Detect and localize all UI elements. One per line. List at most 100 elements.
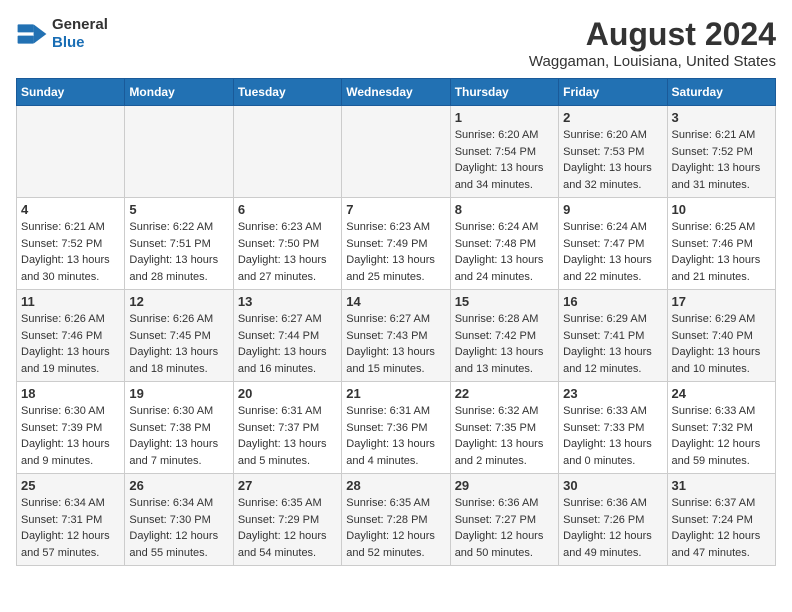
day-detail: Sunrise: 6:34 AM Sunset: 7:31 PM Dayligh… <box>21 495 120 561</box>
calendar-cell: 20 Sunrise: 6:31 AM Sunset: 7:37 PM Dayli… <box>233 382 341 474</box>
calendar-cell: 2 Sunrise: 6:20 AM Sunset: 7:53 PM Daylig… <box>559 106 667 198</box>
day-number: 31 <box>672 478 771 493</box>
calendar-cell: 7 Sunrise: 6:23 AM Sunset: 7:49 PM Daylig… <box>342 198 450 290</box>
day-detail: Sunrise: 6:36 AM Sunset: 7:26 PM Dayligh… <box>563 495 662 561</box>
day-number: 20 <box>238 386 337 401</box>
calendar-cell: 29 Sunrise: 6:36 AM Sunset: 7:27 PM Dayli… <box>450 474 558 566</box>
main-title: August 2024 <box>529 16 776 53</box>
day-number: 7 <box>346 202 445 217</box>
subtitle: Waggaman, Louisiana, United States <box>529 53 776 70</box>
day-number: 2 <box>563 110 662 125</box>
week-row-4: 18 Sunrise: 6:30 AM Sunset: 7:39 PM Dayli… <box>17 382 776 474</box>
day-number: 22 <box>455 386 554 401</box>
day-number: 6 <box>238 202 337 217</box>
day-number: 1 <box>455 110 554 125</box>
day-number: 17 <box>672 294 771 309</box>
day-detail: Sunrise: 6:35 AM Sunset: 7:28 PM Dayligh… <box>346 495 445 561</box>
calendar-cell: 8Sunrise: 6:24 AM Sunset: 7:48 PM Daylig… <box>450 198 558 290</box>
logo: General Blue <box>16 16 108 52</box>
title-area: August 2024 Waggaman, Louisiana, United … <box>529 16 776 70</box>
day-number: 16 <box>563 294 662 309</box>
day-detail: Sunrise: 6:30 AM Sunset: 7:38 PM Dayligh… <box>129 403 228 469</box>
day-detail: Sunrise: 6:28 AM Sunset: 7:42 PM Dayligh… <box>455 311 554 377</box>
column-header-sunday: Sunday <box>17 79 125 106</box>
calendar-cell <box>233 106 341 198</box>
day-detail: Sunrise: 6:31 AM Sunset: 7:37 PM Dayligh… <box>238 403 337 469</box>
calendar-cell: 1Sunrise: 6:20 AM Sunset: 7:54 PM Daylig… <box>450 106 558 198</box>
calendar-cell: 4 Sunrise: 6:21 AM Sunset: 7:52 PM Daylig… <box>17 198 125 290</box>
day-detail: Sunrise: 6:34 AM Sunset: 7:30 PM Dayligh… <box>129 495 228 561</box>
day-number: 13 <box>238 294 337 309</box>
calendar-cell: 30 Sunrise: 6:36 AM Sunset: 7:26 PM Dayli… <box>559 474 667 566</box>
day-number: 26 <box>129 478 228 493</box>
calendar-cell: 10 Sunrise: 6:25 AM Sunset: 7:46 PM Dayli… <box>667 198 775 290</box>
column-header-friday: Friday <box>559 79 667 106</box>
day-number: 24 <box>672 386 771 401</box>
day-detail: Sunrise: 6:29 AM Sunset: 7:41 PM Dayligh… <box>563 311 662 377</box>
day-detail: Sunrise: 6:27 AM Sunset: 7:44 PM Dayligh… <box>238 311 337 377</box>
day-detail: Sunrise: 6:27 AM Sunset: 7:43 PM Dayligh… <box>346 311 445 377</box>
calendar-cell: 12 Sunrise: 6:26 AM Sunset: 7:45 PM Dayli… <box>125 290 233 382</box>
week-row-3: 11Sunrise: 6:26 AM Sunset: 7:46 PM Dayli… <box>17 290 776 382</box>
day-detail: Sunrise: 6:36 AM Sunset: 7:27 PM Dayligh… <box>455 495 554 561</box>
day-detail: Sunrise: 6:20 AM Sunset: 7:53 PM Dayligh… <box>563 127 662 193</box>
header-row: SundayMondayTuesdayWednesdayThursdayFrid… <box>17 79 776 106</box>
calendar-cell: 5 Sunrise: 6:22 AM Sunset: 7:51 PM Daylig… <box>125 198 233 290</box>
column-header-tuesday: Tuesday <box>233 79 341 106</box>
calendar-cell <box>342 106 450 198</box>
calendar-cell <box>125 106 233 198</box>
day-number: 3 <box>672 110 771 125</box>
day-number: 15 <box>455 294 554 309</box>
day-number: 10 <box>672 202 771 217</box>
day-detail: Sunrise: 6:35 AM Sunset: 7:29 PM Dayligh… <box>238 495 337 561</box>
calendar-cell: 22Sunrise: 6:32 AM Sunset: 7:35 PM Dayli… <box>450 382 558 474</box>
week-row-5: 25 Sunrise: 6:34 AM Sunset: 7:31 PM Dayli… <box>17 474 776 566</box>
day-detail: Sunrise: 6:25 AM Sunset: 7:46 PM Dayligh… <box>672 219 771 285</box>
calendar-cell: 31 Sunrise: 6:37 AM Sunset: 7:24 PM Dayli… <box>667 474 775 566</box>
day-detail: Sunrise: 6:33 AM Sunset: 7:32 PM Dayligh… <box>672 403 771 469</box>
calendar-cell <box>17 106 125 198</box>
page-header: General Blue August 2024 Waggaman, Louis… <box>16 16 776 70</box>
calendar-cell: 18 Sunrise: 6:30 AM Sunset: 7:39 PM Dayli… <box>17 382 125 474</box>
calendar-cell: 19 Sunrise: 6:30 AM Sunset: 7:38 PM Dayli… <box>125 382 233 474</box>
day-number: 30 <box>563 478 662 493</box>
day-detail: Sunrise: 6:23 AM Sunset: 7:49 PM Dayligh… <box>346 219 445 285</box>
day-detail: Sunrise: 6:21 AM Sunset: 7:52 PM Dayligh… <box>21 219 120 285</box>
day-detail: Sunrise: 6:37 AM Sunset: 7:24 PM Dayligh… <box>672 495 771 561</box>
day-detail: Sunrise: 6:26 AM Sunset: 7:45 PM Dayligh… <box>129 311 228 377</box>
calendar-cell: 3 Sunrise: 6:21 AM Sunset: 7:52 PM Daylig… <box>667 106 775 198</box>
column-header-wednesday: Wednesday <box>342 79 450 106</box>
calendar-cell: 6Sunrise: 6:23 AM Sunset: 7:50 PM Daylig… <box>233 198 341 290</box>
day-number: 18 <box>21 386 120 401</box>
day-detail: Sunrise: 6:21 AM Sunset: 7:52 PM Dayligh… <box>672 127 771 193</box>
day-detail: Sunrise: 6:24 AM Sunset: 7:47 PM Dayligh… <box>563 219 662 285</box>
day-number: 29 <box>455 478 554 493</box>
day-detail: Sunrise: 6:24 AM Sunset: 7:48 PM Dayligh… <box>455 219 554 285</box>
calendar-cell: 21Sunrise: 6:31 AM Sunset: 7:36 PM Dayli… <box>342 382 450 474</box>
calendar-cell: 27 Sunrise: 6:35 AM Sunset: 7:29 PM Dayli… <box>233 474 341 566</box>
day-number: 19 <box>129 386 228 401</box>
day-number: 14 <box>346 294 445 309</box>
day-number: 4 <box>21 202 120 217</box>
day-number: 23 <box>563 386 662 401</box>
calendar-cell: 25 Sunrise: 6:34 AM Sunset: 7:31 PM Dayli… <box>17 474 125 566</box>
calendar-cell: 17Sunrise: 6:29 AM Sunset: 7:40 PM Dayli… <box>667 290 775 382</box>
day-detail: Sunrise: 6:30 AM Sunset: 7:39 PM Dayligh… <box>21 403 120 469</box>
logo-text: General Blue <box>52 16 108 52</box>
calendar-cell: 16 Sunrise: 6:29 AM Sunset: 7:41 PM Dayli… <box>559 290 667 382</box>
day-detail: Sunrise: 6:22 AM Sunset: 7:51 PM Dayligh… <box>129 219 228 285</box>
week-row-2: 4 Sunrise: 6:21 AM Sunset: 7:52 PM Daylig… <box>17 198 776 290</box>
day-number: 5 <box>129 202 228 217</box>
calendar-cell: 24 Sunrise: 6:33 AM Sunset: 7:32 PM Dayli… <box>667 382 775 474</box>
calendar-cell: 9Sunrise: 6:24 AM Sunset: 7:47 PM Daylig… <box>559 198 667 290</box>
calendar-cell: 26 Sunrise: 6:34 AM Sunset: 7:30 PM Dayli… <box>125 474 233 566</box>
calendar-table: SundayMondayTuesdayWednesdayThursdayFrid… <box>16 78 776 566</box>
calendar-cell: 15 Sunrise: 6:28 AM Sunset: 7:42 PM Dayli… <box>450 290 558 382</box>
day-number: 28 <box>346 478 445 493</box>
week-row-1: 1Sunrise: 6:20 AM Sunset: 7:54 PM Daylig… <box>17 106 776 198</box>
day-number: 27 <box>238 478 337 493</box>
day-detail: Sunrise: 6:26 AM Sunset: 7:46 PM Dayligh… <box>21 311 120 377</box>
day-number: 12 <box>129 294 228 309</box>
day-number: 25 <box>21 478 120 493</box>
column-header-thursday: Thursday <box>450 79 558 106</box>
